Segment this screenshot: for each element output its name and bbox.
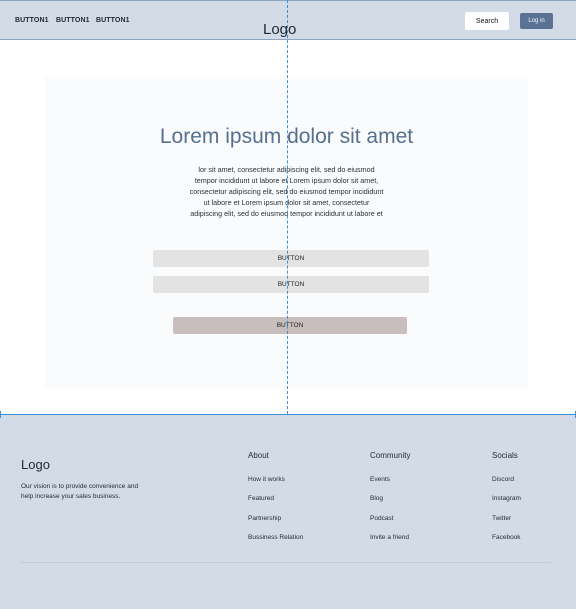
- footer-link[interactable]: Twitter: [492, 515, 511, 522]
- footer-link[interactable]: Discord: [492, 476, 514, 483]
- footer-link[interactable]: Partnership: [248, 515, 281, 522]
- footer-divider: [21, 562, 551, 563]
- footer-link[interactable]: Invite a friend: [370, 534, 409, 541]
- footer-link[interactable]: How it works: [248, 476, 285, 483]
- footer-link[interactable]: Facebook: [492, 534, 521, 541]
- footer-link[interactable]: Bussiness Relation: [248, 534, 303, 541]
- login-button[interactable]: Log in: [520, 13, 553, 29]
- hero-button-2[interactable]: BUTTON: [153, 276, 429, 293]
- hero-button-3[interactable]: BUTTON: [173, 317, 407, 334]
- footer-link[interactable]: Podcast: [370, 515, 394, 522]
- search-button[interactable]: Search: [465, 12, 509, 30]
- top-header: BUTTON1 BUTTON1 BUTTON1 Logo Search Log …: [0, 0, 576, 40]
- footer: Logo Our vision is to provide convenienc…: [0, 411, 576, 609]
- footer-col-title-about: About: [248, 451, 269, 460]
- footer-link[interactable]: Instagram: [492, 495, 521, 502]
- footer-link[interactable]: Blog: [370, 495, 383, 502]
- nav-button-3[interactable]: BUTTON1: [96, 17, 130, 24]
- guide-handle-left: [0, 411, 1, 418]
- center-guide-line: [287, 0, 288, 414]
- header-logo[interactable]: Logo: [263, 21, 296, 38]
- footer-tagline: Our vision is to provide convenience and…: [21, 483, 139, 500]
- hero-button-1[interactable]: BUTTON: [153, 250, 429, 267]
- footer-link[interactable]: Events: [370, 476, 390, 483]
- footer-col-title-socials: Socials: [492, 451, 518, 460]
- footer-logo[interactable]: Logo: [21, 457, 50, 472]
- nav-button-2[interactable]: BUTTON1: [56, 17, 90, 24]
- footer-col-title-community: Community: [370, 451, 411, 460]
- footer-link[interactable]: Featured: [248, 495, 274, 502]
- nav-button-1[interactable]: BUTTON1: [15, 17, 49, 24]
